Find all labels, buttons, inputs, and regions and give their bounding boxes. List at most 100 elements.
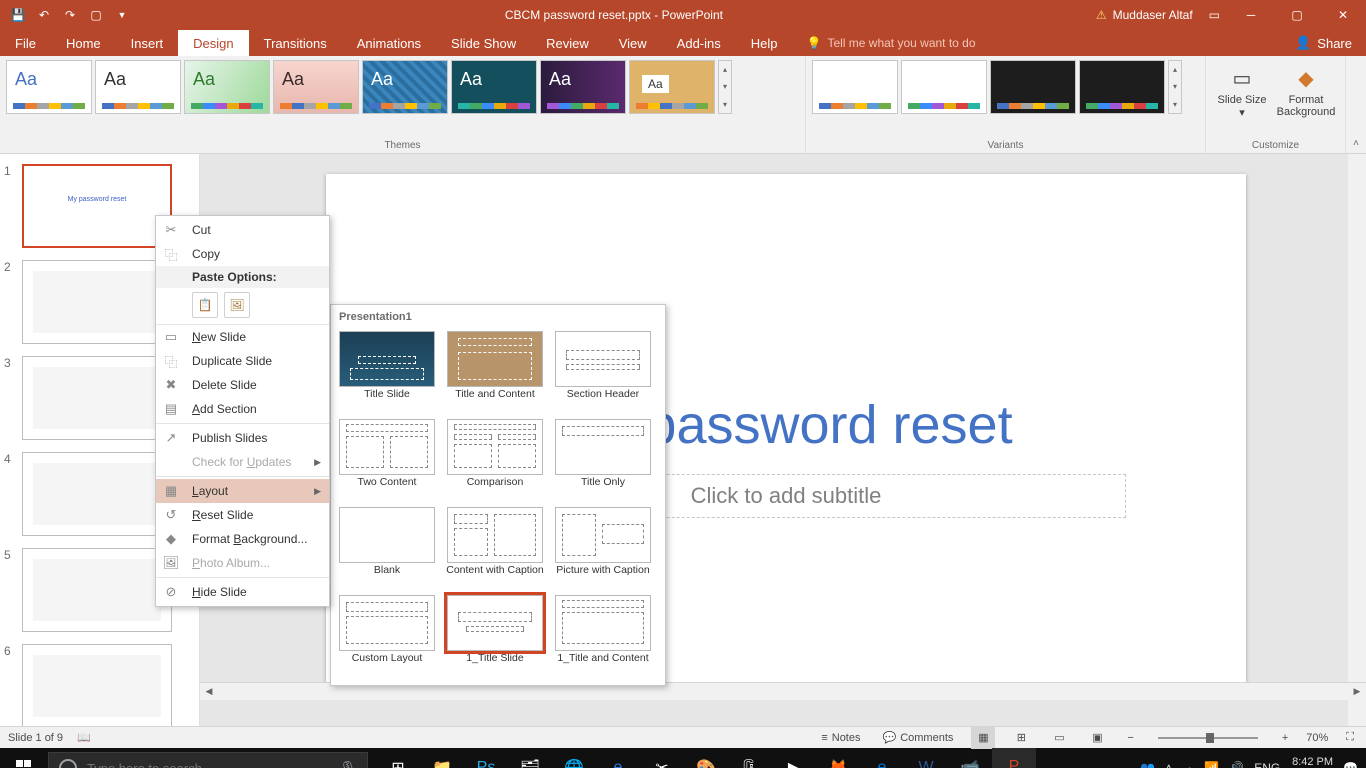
variant-3[interactable] xyxy=(990,60,1076,114)
variants-more-button[interactable]: ▴▾▾ xyxy=(1168,60,1182,114)
tray-volume-icon[interactable]: 🔊 xyxy=(1229,761,1244,768)
taskbar-search-input[interactable] xyxy=(87,761,329,768)
taskbar-app-zoom[interactable]: 📹 xyxy=(948,748,992,768)
taskbar-app-media[interactable]: ▶ xyxy=(772,748,816,768)
layout-title-slide[interactable]: Title Slide xyxy=(335,329,439,415)
taskbar-search[interactable]: 🎙 xyxy=(48,752,368,768)
menu-copy[interactable]: ⿻Copy xyxy=(156,242,329,266)
mic-icon[interactable]: 🎙 xyxy=(339,760,357,768)
tab-addins[interactable]: Add-ins xyxy=(662,30,736,56)
taskbar-app-firefox[interactable]: 🦊 xyxy=(816,748,860,768)
themes-more-button[interactable]: ▴▾▾ xyxy=(718,60,732,114)
zoom-slider[interactable] xyxy=(1158,737,1258,739)
taskbar-app-chrome[interactable]: 🌐 xyxy=(552,748,596,768)
tab-home[interactable]: Home xyxy=(51,30,116,56)
notes-button[interactable]: ≡Notes xyxy=(817,727,864,749)
taskbar-app-photoshop[interactable]: Ps xyxy=(464,748,508,768)
layout-title-and-content[interactable]: Title and Content xyxy=(443,329,547,415)
menu-duplicate-slide[interactable]: ⿻Duplicate Slide xyxy=(156,349,329,373)
tab-design[interactable]: Design xyxy=(178,30,248,56)
hscroll-right[interactable]: ▶ xyxy=(1348,686,1366,697)
redo-icon[interactable]: ↷ xyxy=(62,7,78,23)
tab-insert[interactable]: Insert xyxy=(116,30,179,56)
view-reading[interactable]: ▭ xyxy=(1047,727,1071,749)
tray-language[interactable]: ENG xyxy=(1254,761,1280,768)
variant-1[interactable] xyxy=(812,60,898,114)
slide-thumbnail-5[interactable] xyxy=(22,548,172,632)
menu-delete-slide[interactable]: ✖Delete Slide xyxy=(156,373,329,397)
taskbar-app-paint[interactable]: 🎨 xyxy=(684,748,728,768)
zoom-in[interactable]: + xyxy=(1278,727,1292,749)
tab-transitions[interactable]: Transitions xyxy=(249,30,342,56)
slide-thumbnail-1[interactable]: My password reset xyxy=(22,164,172,248)
start-from-beginning-icon[interactable]: ▢ xyxy=(88,7,104,23)
start-button[interactable] xyxy=(0,760,48,768)
share-button[interactable]: 👤 Share xyxy=(1281,30,1366,56)
taskbar-app-word[interactable]: W xyxy=(904,748,948,768)
theme-5[interactable]: Aa xyxy=(362,60,448,114)
paste-picture[interactable]: 🖼 xyxy=(224,292,250,318)
close-button[interactable]: ✕ xyxy=(1320,0,1366,30)
view-normal[interactable]: ▦ xyxy=(971,727,995,749)
slide-thumbnail-2[interactable] xyxy=(22,260,172,344)
menu-format-background[interactable]: ◆Format Background... xyxy=(156,527,329,551)
layout-1-title-slide[interactable]: 1_Title Slide xyxy=(443,593,547,679)
theme-6[interactable]: Aa xyxy=(451,60,537,114)
tab-review[interactable]: Review xyxy=(531,30,604,56)
tray-notifications-icon[interactable]: 💬 xyxy=(1343,761,1358,768)
menu-publish-slides[interactable]: ↗Publish Slides xyxy=(156,426,329,450)
menu-layout[interactable]: ▦Layout▶ xyxy=(156,479,329,503)
fit-to-window[interactable]: ⛶ xyxy=(1342,727,1358,749)
slide-thumbnail-6[interactable] xyxy=(22,644,172,726)
tray-chevron-up-icon[interactable]: ˄ xyxy=(1165,761,1172,768)
tray-clock[interactable]: 8:42 PM 2/5/2018 xyxy=(1290,756,1333,768)
taskbar-app-7zip[interactable]: 🗜 xyxy=(728,748,772,768)
theme-2[interactable]: Aa xyxy=(95,60,181,114)
tab-slideshow[interactable]: Slide Show xyxy=(436,30,531,56)
theme-3[interactable]: Aa xyxy=(184,60,270,114)
layout-content-with-caption[interactable]: Content with Caption xyxy=(443,505,547,591)
vertical-scrollbar[interactable] xyxy=(1348,154,1366,726)
zoom-out[interactable]: − xyxy=(1123,727,1137,749)
taskbar-app-edge[interactable]: e xyxy=(860,748,904,768)
tab-animations[interactable]: Animations xyxy=(342,30,436,56)
layout-blank[interactable]: Blank xyxy=(335,505,439,591)
view-sorter[interactable]: ⊞ xyxy=(1009,727,1033,749)
hscroll-left[interactable]: ◀ xyxy=(200,686,218,697)
menu-add-section[interactable]: ▤Add Section xyxy=(156,397,329,421)
layout-title-only[interactable]: Title Only xyxy=(551,417,655,503)
maximize-button[interactable]: ▢ xyxy=(1274,0,1320,30)
menu-hide-slide[interactable]: ⊘Hide Slide xyxy=(156,580,329,604)
save-icon[interactable]: 💾 xyxy=(10,7,26,23)
tray-people-icon[interactable]: 👥 xyxy=(1140,761,1155,768)
layout-picture-with-caption[interactable]: Picture with Caption xyxy=(551,505,655,591)
ribbon-display-options-icon[interactable]: ▭ xyxy=(1209,8,1220,22)
tab-view[interactable]: View xyxy=(604,30,662,56)
taskbar-app-explorer[interactable]: 📁 xyxy=(420,748,464,768)
layout-1-title-and-content[interactable]: 1_Title and Content xyxy=(551,593,655,679)
menu-cut[interactable]: ✂Cut xyxy=(156,218,329,242)
tray-onedrive-icon[interactable]: ☁ xyxy=(1182,761,1194,768)
slide-thumbnail-3[interactable] xyxy=(22,356,172,440)
format-background-button[interactable]: ◆ Format Background xyxy=(1276,60,1336,121)
layout-two-content[interactable]: Two Content xyxy=(335,417,439,503)
collapse-ribbon-button[interactable]: ˄ xyxy=(1346,56,1366,153)
task-view-button[interactable]: ⊞ xyxy=(376,748,420,768)
taskbar-app-powerpoint[interactable]: P xyxy=(992,748,1036,768)
tell-me-search[interactable]: 💡 Tell me what you want to do xyxy=(793,30,1282,56)
theme-7[interactable]: Aa xyxy=(540,60,626,114)
variant-2[interactable] xyxy=(901,60,987,114)
qat-dropdown-icon[interactable]: ▼ xyxy=(114,7,130,23)
undo-icon[interactable]: ↶ xyxy=(36,7,52,23)
theme-office[interactable]: Aa xyxy=(6,60,92,114)
menu-new-slide[interactable]: ▭New Slide xyxy=(156,325,329,349)
theme-4[interactable]: Aa xyxy=(273,60,359,114)
comments-button[interactable]: 💬Comments xyxy=(879,727,958,749)
slide-size-button[interactable]: ▭ Slide Size ▾ xyxy=(1212,60,1272,121)
zoom-level[interactable]: 70% xyxy=(1306,732,1328,744)
minimize-button[interactable]: ─ xyxy=(1228,0,1274,30)
layout-custom[interactable]: Custom Layout xyxy=(335,593,439,679)
taskbar-app-snip[interactable]: ✂ xyxy=(640,748,684,768)
tab-help[interactable]: Help xyxy=(736,30,793,56)
slide-thumbnail-4[interactable] xyxy=(22,452,172,536)
